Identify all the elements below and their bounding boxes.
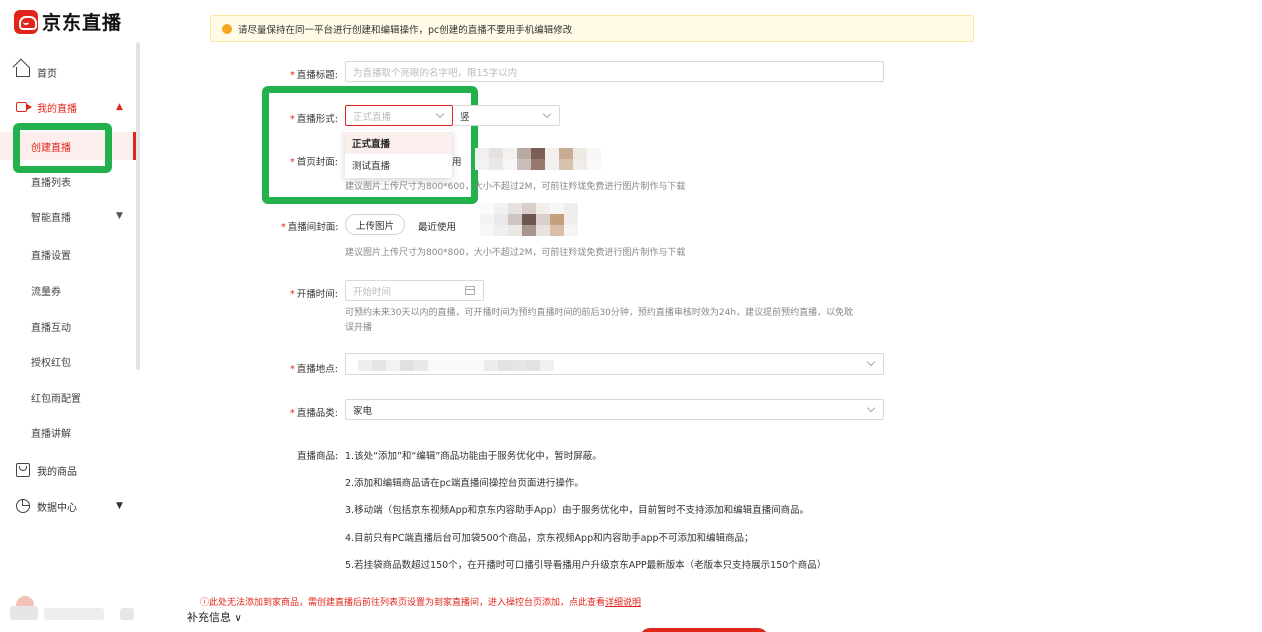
avatar bbox=[16, 596, 34, 606]
recent-cover-thumbnails[interactable] bbox=[475, 148, 605, 170]
shopping-bag-icon bbox=[16, 463, 30, 477]
sidebar-item-live-settings[interactable]: 直播设置 bbox=[0, 240, 136, 268]
sidebar-item-traffic-coupon[interactable]: 流量券 bbox=[0, 276, 136, 304]
goods-note-5: 5.若挂袋商品数超过150个，在开播时可口播引导看播用户升级京东APP最新版本（… bbox=[345, 560, 827, 571]
sidebar-item-label: 直播讲解 bbox=[31, 428, 71, 440]
upload-image-button[interactable]: 上传图片 bbox=[345, 214, 405, 235]
warning-icon: ⓘ bbox=[200, 598, 210, 608]
goods-note-3: 3.移动端（包括京东视频App和京东内容助手App）由于服务优化中，目前暂时不支… bbox=[345, 505, 810, 516]
app-root: 京东直播 首页 我的直播 ▲ 创建直播 直播列表 智能直播 ▼ 直播设置 流量券 bbox=[0, 0, 1262, 632]
pie-chart-icon bbox=[16, 499, 30, 513]
start-time-hint: 可预约未来30天以内的直播，可开播时间为预约直播时间的前后30分钟，预约直播审核… bbox=[345, 308, 854, 318]
notice-banner: 请尽量保持在同一平台进行创建和编辑操作，pc创建的直播不要用手机编辑修改 bbox=[210, 15, 974, 42]
submit-button[interactable] bbox=[640, 628, 768, 632]
home-goods-warning: ⓘ此处无法添加到家商品，需创建直播后前往列表页设置为到家直播间，进入操控台页添加… bbox=[200, 595, 641, 608]
live-category-select[interactable]: 家电 bbox=[345, 399, 884, 420]
live-format-placeholder: 正式直播 bbox=[353, 111, 392, 123]
cover-hint: 建议图片上传尺寸为800*600，大小不超过2M，可前往羚珑免费进行图片制作与下… bbox=[345, 182, 686, 192]
sidebar-item-label: 我的商品 bbox=[37, 466, 77, 478]
live-category-value: 家电 bbox=[353, 405, 373, 417]
chevron-down-icon bbox=[866, 403, 876, 413]
sidebar-item-label: 授权红包 bbox=[31, 357, 71, 369]
goods-note-2: 2.添加和编辑商品请在pc端直播间操控台页面进行操作。 bbox=[345, 478, 584, 489]
sidebar-item-smart-live[interactable]: 智能直播 ▼ bbox=[0, 202, 136, 230]
sidebar-item-label: 直播设置 bbox=[31, 250, 71, 262]
live-location-select[interactable] bbox=[345, 353, 884, 375]
sidebar-item-live-interaction[interactable]: 直播互动 bbox=[0, 312, 136, 340]
sidebar-item-label: 红包雨配置 bbox=[31, 393, 81, 405]
live-format-select[interactable]: 正式直播 bbox=[345, 105, 453, 126]
category-label: * 直播品类: bbox=[290, 408, 338, 419]
format-label: * 直播形式: bbox=[290, 114, 338, 125]
chevron-down-icon bbox=[435, 109, 445, 119]
sidebar-item-home[interactable]: 首页 bbox=[0, 58, 136, 86]
cover-label: * 首页封面: bbox=[290, 157, 338, 168]
goods-note-4: 4.目前只有PC端直播后台可加袋500个商品，京东视频App和内容助手app不可… bbox=[345, 533, 754, 544]
sidebar-item-auth-redpacket[interactable]: 授权红包 bbox=[0, 347, 136, 375]
room-cover-label: * 直播间封面: bbox=[281, 222, 339, 233]
sidebar-item-label: 数据中心 bbox=[37, 502, 77, 514]
goods-label: 直播商品: bbox=[297, 451, 339, 462]
chevron-down-icon bbox=[866, 357, 876, 367]
room-cover-hint: 建议图片上传尺寸为800*800，大小不超过2M，可前往羚珑免费进行图片制作与下… bbox=[345, 248, 686, 258]
recent-room-cover-thumbnails[interactable] bbox=[480, 203, 578, 236]
details-link[interactable]: 详细说明 bbox=[605, 598, 641, 608]
supplement-info-toggle[interactable]: 补充信息 ∨ bbox=[187, 609, 242, 625]
sidebar-scrollbar[interactable] bbox=[136, 42, 140, 370]
location-label: * 直播地点: bbox=[290, 364, 338, 375]
sidebar-item-label: 直播互动 bbox=[31, 322, 71, 334]
user-name-redacted bbox=[10, 606, 38, 620]
start-time-label: * 开播时间: bbox=[290, 289, 338, 300]
chevron-down-icon: ∨ bbox=[234, 613, 242, 624]
notice-text: 请尽量保持在同一平台进行创建和编辑操作，pc创建的直播不要用手机编辑修改 bbox=[238, 24, 573, 36]
chevron-down-icon bbox=[542, 109, 552, 119]
dropdown-option-formal[interactable]: 正式直播 bbox=[345, 132, 452, 154]
screen-orientation-select[interactable]: 竖 bbox=[453, 105, 560, 126]
sidebar-item-my-live[interactable]: 我的直播 ▲ bbox=[0, 93, 136, 121]
title-label: * 直播标题: bbox=[290, 70, 338, 81]
sidebar: 京东直播 首页 我的直播 ▲ 创建直播 直播列表 智能直播 ▼ 直播设置 流量券 bbox=[0, 0, 140, 632]
supplement-label: 补充信息 bbox=[187, 611, 231, 624]
recent-used-text: 用 bbox=[452, 157, 462, 168]
recent-used-text: 最近使用 bbox=[418, 222, 457, 233]
sidebar-item-label: 流量券 bbox=[31, 286, 61, 298]
sidebar-item-label: 直播列表 bbox=[31, 177, 71, 189]
chevron-down-icon: ▼ bbox=[116, 501, 123, 511]
brand-name: 京东直播 bbox=[42, 12, 123, 34]
goods-note-1: 1.该处“添加”和“编辑”商品功能由于服务优化中，暂时屏蔽。 bbox=[345, 451, 602, 462]
sidebar-item-label: 首页 bbox=[37, 68, 57, 80]
live-title-placeholder: 为直播取个亮眼的名字吧，限15字以内 bbox=[353, 67, 518, 79]
info-icon bbox=[222, 24, 232, 34]
start-time-picker[interactable]: 开始时间 bbox=[345, 280, 484, 301]
start-time-placeholder: 开始时间 bbox=[353, 286, 392, 298]
calendar-icon bbox=[465, 286, 475, 295]
dropdown-option-test[interactable]: 测试直播 bbox=[345, 154, 452, 176]
sidebar-item-label: 我的直播 bbox=[37, 103, 77, 115]
user-info-redacted bbox=[120, 608, 134, 620]
live-title-input[interactable]: 为直播取个亮眼的名字吧，限15字以内 bbox=[345, 61, 884, 82]
user-info-redacted bbox=[44, 608, 104, 620]
sidebar-item-redpacket-rain[interactable]: 红包雨配置 bbox=[0, 383, 136, 411]
live-format-dropdown: 正式直播 测试直播 bbox=[345, 130, 452, 178]
chevron-up-icon: ▲ bbox=[116, 102, 123, 112]
sidebar-item-label: 智能直播 bbox=[31, 212, 71, 224]
jd-live-logo-icon bbox=[14, 9, 38, 34]
orientation-value: 竖 bbox=[460, 111, 470, 123]
start-time-hint-continued: 误开播 bbox=[345, 323, 373, 333]
home-icon bbox=[16, 67, 30, 77]
sidebar-item-my-goods[interactable]: 我的商品 bbox=[0, 456, 136, 484]
user-profile-area[interactable] bbox=[0, 588, 140, 632]
brand-logo[interactable]: 京东直播 bbox=[14, 8, 122, 35]
sidebar-item-data-center[interactable]: 数据中心 ▼ bbox=[0, 492, 136, 520]
location-redacted bbox=[358, 360, 618, 371]
chevron-down-icon: ▼ bbox=[116, 211, 123, 221]
annotation-highlight-create-live bbox=[13, 123, 112, 173]
video-icon bbox=[16, 102, 32, 112]
sidebar-item-live-explain[interactable]: 直播讲解 bbox=[0, 418, 136, 446]
warning-text: 此处无法添加到家商品，需创建直播后前往列表页设置为到家直播间，进入操控台页添加，… bbox=[209, 598, 606, 608]
